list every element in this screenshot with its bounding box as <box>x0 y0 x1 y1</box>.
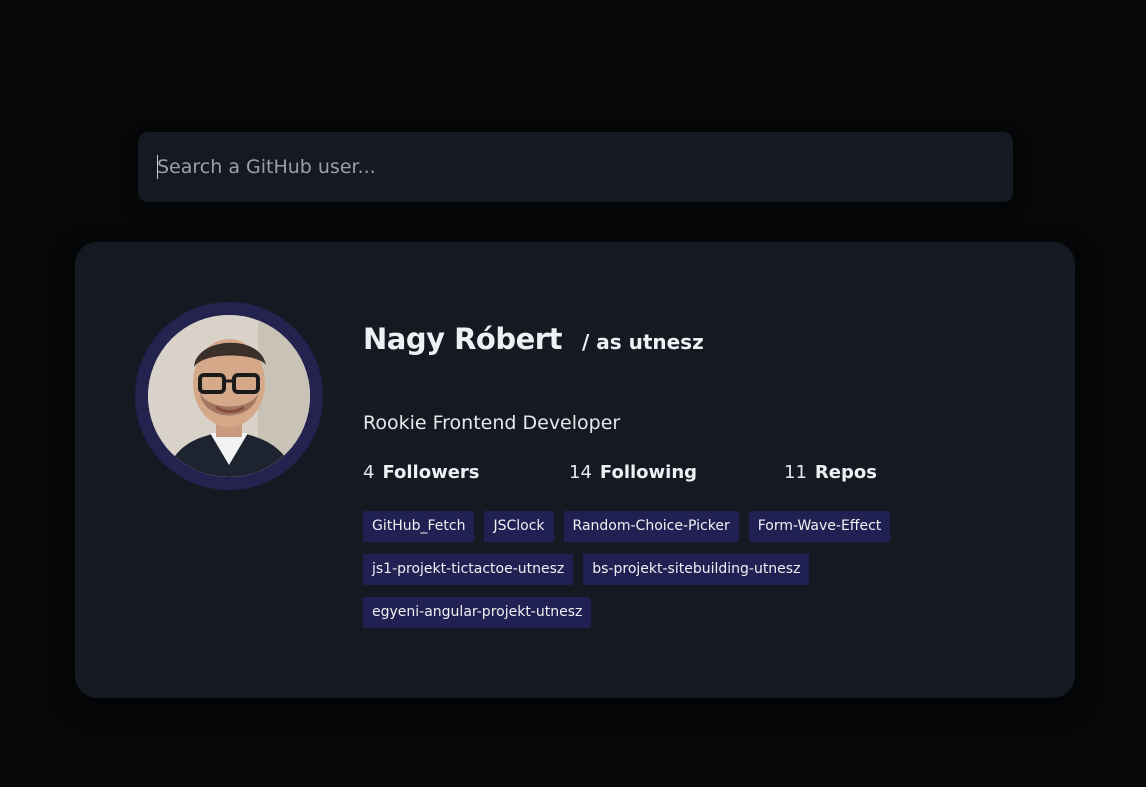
repo-list: GitHub_Fetch JSClock Random-Choice-Picke… <box>363 511 943 628</box>
repo-link[interactable]: GitHub_Fetch <box>363 511 475 542</box>
repo-link[interactable]: Form-Wave-Effect <box>748 511 891 542</box>
repo-link[interactable]: egyeni-angular-projekt-utnesz <box>363 597 592 628</box>
repo-link[interactable]: Random-Choice-Picker <box>563 511 739 542</box>
stat-repos: 11 Repos <box>784 462 877 483</box>
repo-link[interactable]: JSClock <box>484 511 554 542</box>
followers-count: 4 <box>363 462 375 483</box>
repo-link[interactable]: bs-projekt-sitebuilding-utnesz <box>583 554 810 585</box>
profile-login: / as utnesz <box>581 330 704 354</box>
followers-label: Followers <box>382 462 480 483</box>
text-caret <box>157 155 158 179</box>
repos-label: Repos <box>814 462 877 483</box>
repo-link[interactable]: js1-projekt-tictactoe-utnesz <box>363 554 574 585</box>
repos-count: 11 <box>784 462 807 483</box>
search-bar[interactable] <box>138 132 1013 202</box>
avatar <box>148 315 310 477</box>
stat-followers: 4 Followers <box>363 462 480 483</box>
profile-card: Nagy Róbert / as utnesz Rookie Frontend … <box>75 242 1075 698</box>
search-input[interactable] <box>138 132 1013 202</box>
profile-stats: 4 Followers 14 Following 11 Repos <box>363 462 923 492</box>
following-label: Following <box>599 462 698 483</box>
avatar-ring <box>135 302 323 490</box>
profile-bio: Rookie Frontend Developer <box>363 412 621 434</box>
user-avatar-photo-icon <box>148 315 310 477</box>
stat-following: 14 Following <box>569 462 697 483</box>
name-row: Nagy Róbert / as utnesz <box>363 322 704 356</box>
profile-name: Nagy Róbert <box>363 322 562 356</box>
following-count: 14 <box>569 462 592 483</box>
